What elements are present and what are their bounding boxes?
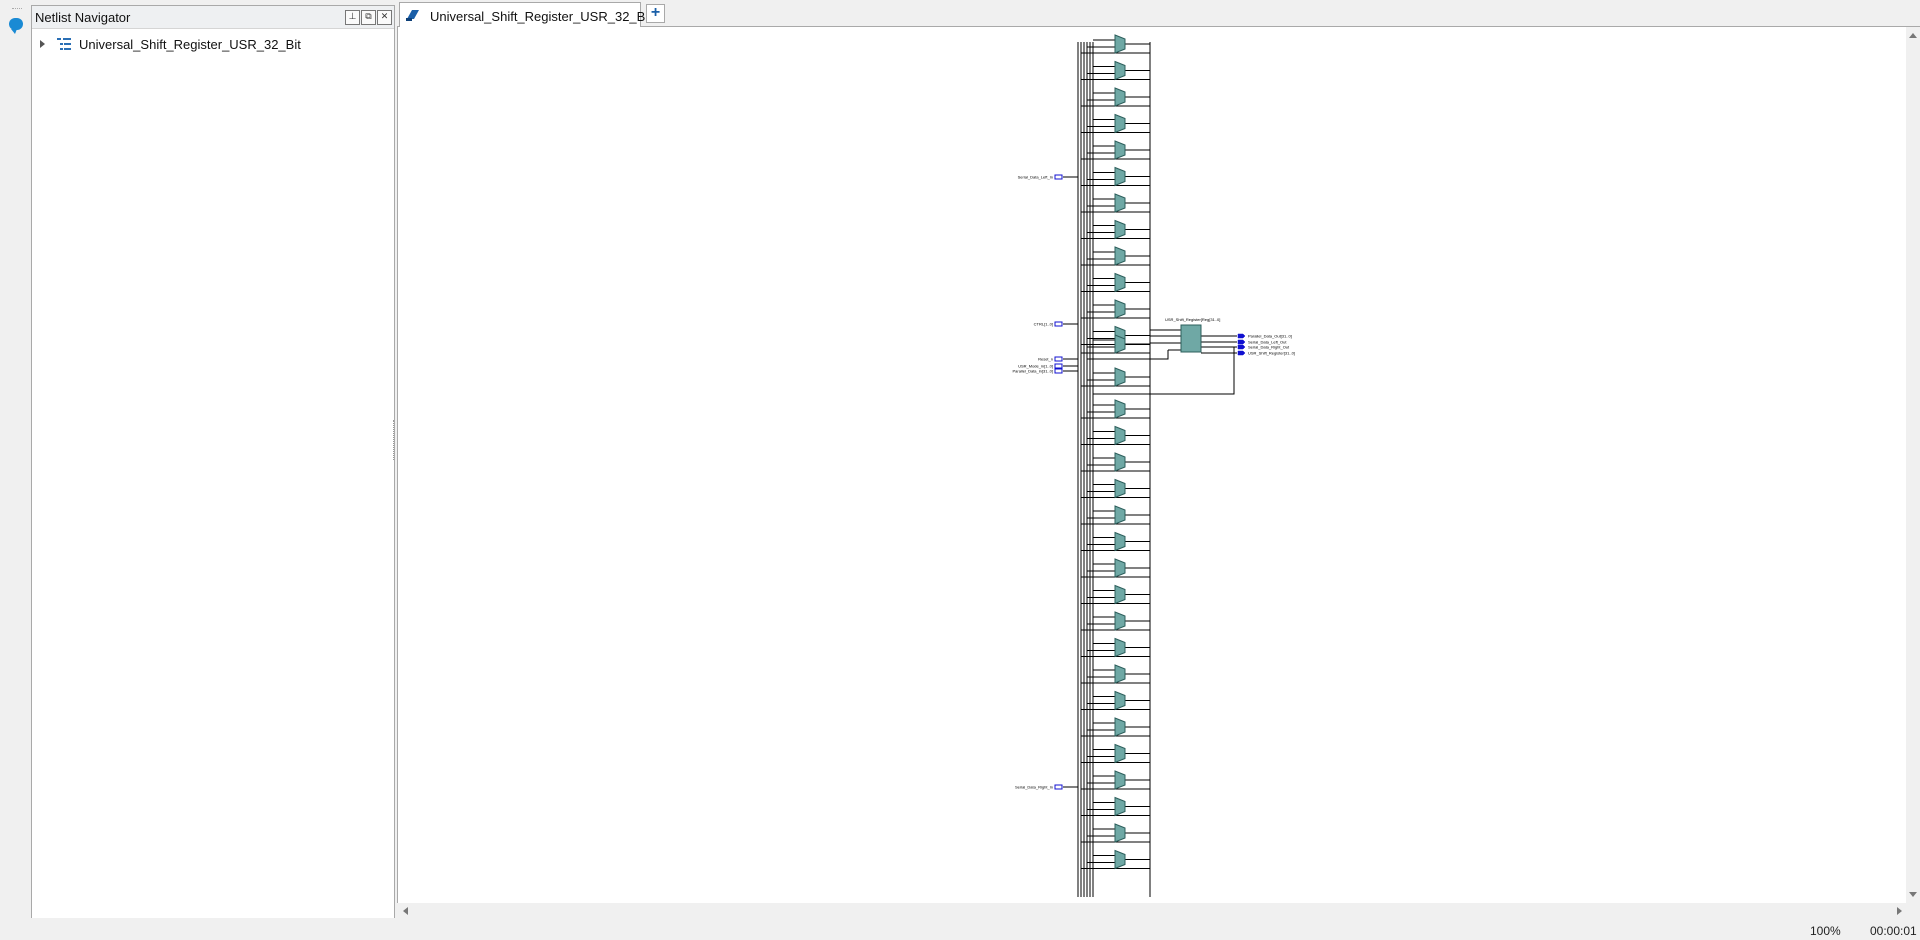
mux-block[interactable] [1114, 367, 1126, 387]
tree-item-label: Universal_Shift_Register_USR_32_Bit [79, 36, 301, 52]
mux-block[interactable] [1114, 34, 1126, 54]
mux-block[interactable] [1114, 113, 1126, 134]
close-icon[interactable]: ✕ [377, 10, 392, 25]
mux-block[interactable] [1114, 505, 1126, 525]
mux-block[interactable] [1114, 272, 1126, 293]
wire-layer [1063, 39, 1237, 897]
mux-block[interactable] [1114, 664, 1126, 684]
mux-block[interactable] [1114, 299, 1126, 319]
output-port-label: Serial_Data_Right_Out [1248, 345, 1290, 350]
input-port-icon[interactable] [1054, 363, 1063, 369]
panel-title: Netlist Navigator [35, 10, 131, 25]
input-port-icon[interactable] [1054, 321, 1063, 327]
tab-bar: Universal_Shift_Register_USR_32_Bit:1 + [397, 0, 1920, 27]
vertical-scrollbar[interactable] [1906, 27, 1920, 903]
register-label: USR_Shift_Register[Reg[31..0] [1165, 317, 1220, 322]
input-port-label: CTRL[1..0] [1034, 322, 1053, 327]
reset-wire [1087, 350, 1169, 360]
output-port-layer: Parallel_Data_Out[31..0]Serial_Data_Left… [1237, 333, 1295, 356]
tab-schematic[interactable]: Universal_Shift_Register_USR_32_Bit:1 [399, 2, 663, 27]
scroll-right-arrow-icon[interactable] [1897, 907, 1902, 915]
netlist-viewer-icon [406, 10, 419, 21]
expand-arrow-icon[interactable] [40, 40, 45, 48]
mux-block[interactable] [1114, 611, 1126, 631]
input-port-label: Serial_Data_Right_In [1015, 785, 1053, 790]
mux-block[interactable] [1114, 246, 1126, 266]
mux-block[interactable] [1114, 140, 1126, 160]
mux-block[interactable] [1114, 399, 1126, 419]
panel-header: Netlist Navigator ⊥ ⧉ ✕ [32, 6, 394, 29]
mux-block[interactable] [1114, 558, 1126, 578]
mux-block[interactable] [1114, 166, 1126, 187]
mux-block[interactable] [1114, 690, 1126, 711]
hierarchy-icon [57, 38, 71, 50]
mux-block[interactable] [1114, 823, 1126, 843]
input-port-icon[interactable] [1054, 356, 1063, 362]
register-feedback-wire [1093, 346, 1235, 395]
mux-block[interactable] [1114, 452, 1126, 472]
mux-block[interactable] [1114, 743, 1126, 764]
tree-item-top-entity[interactable]: Universal_Shift_Register_USR_32_Bit [36, 35, 301, 53]
mux-block[interactable] [1114, 478, 1126, 499]
mux-block[interactable] [1114, 796, 1126, 817]
zoom-level: 100% [1810, 924, 1841, 938]
input-port-label: Reset_n [1038, 357, 1053, 362]
mux-block[interactable] [1114, 849, 1126, 870]
elapsed-time: 00:00:01 [1870, 924, 1917, 938]
output-port-icon[interactable] [1237, 344, 1246, 350]
left-toolbar-strip [0, 0, 30, 918]
input-port-icon[interactable] [1054, 368, 1063, 374]
input-port-icon[interactable] [1054, 784, 1063, 790]
status-bar: 100% 00:00:01 [0, 918, 1920, 940]
schematic-canvas[interactable]: USR_Shift_Register[Reg[31..0] Serial_Dat… [397, 27, 1907, 903]
mux-block[interactable] [1114, 193, 1126, 213]
schematic-diagram[interactable]: USR_Shift_Register[Reg[31..0] Serial_Dat… [398, 27, 1907, 903]
output-port-icon[interactable] [1237, 339, 1246, 345]
mux-block[interactable] [1114, 60, 1126, 81]
scroll-left-arrow-icon[interactable] [403, 907, 408, 915]
horizontal-scrollbar[interactable] [397, 904, 1906, 918]
float-window-icon[interactable]: ⧉ [361, 10, 376, 25]
input-port-label: Parallel_Data_in[31..0] [1013, 369, 1053, 374]
mux-block[interactable] [1114, 219, 1126, 240]
input-port-icon[interactable] [1054, 174, 1063, 180]
output-port-label: USR_Shift_Register[31..0] [1248, 351, 1295, 356]
pin-icon[interactable]: ⊥ [345, 10, 360, 25]
scroll-up-arrow-icon[interactable] [1909, 33, 1917, 38]
drag-handle[interactable] [12, 8, 22, 11]
mux-block[interactable] [1114, 425, 1126, 446]
output-port-label: Parallel_Data_Out[31..0] [1248, 334, 1292, 339]
output-port-icon[interactable] [1237, 333, 1246, 339]
input-port-label: Serial_Data_Left_In [1018, 175, 1053, 180]
mux-block[interactable] [1114, 770, 1126, 790]
mux-block[interactable] [1114, 637, 1126, 658]
input-port-layer: Serial_Data_Left_InCTRL[1..0]Reset_nUSR_… [1013, 174, 1063, 790]
mux-layer [1114, 34, 1126, 870]
chat-bubble-icon[interactable] [9, 18, 23, 34]
add-tab-button[interactable]: + [646, 4, 665, 23]
mux-block[interactable] [1114, 531, 1126, 552]
mux-block[interactable] [1114, 584, 1126, 605]
output-port-icon[interactable] [1237, 350, 1246, 356]
mux-block[interactable] [1114, 87, 1126, 107]
netlist-navigator-panel: Netlist Navigator ⊥ ⧉ ✕ Universal_Shift_… [31, 5, 395, 920]
tab-label: Universal_Shift_Register_USR_32_Bit:1 [430, 9, 663, 24]
register-block[interactable] [1180, 324, 1202, 353]
mux-block[interactable] [1114, 717, 1126, 737]
scroll-down-arrow-icon[interactable] [1909, 892, 1917, 897]
